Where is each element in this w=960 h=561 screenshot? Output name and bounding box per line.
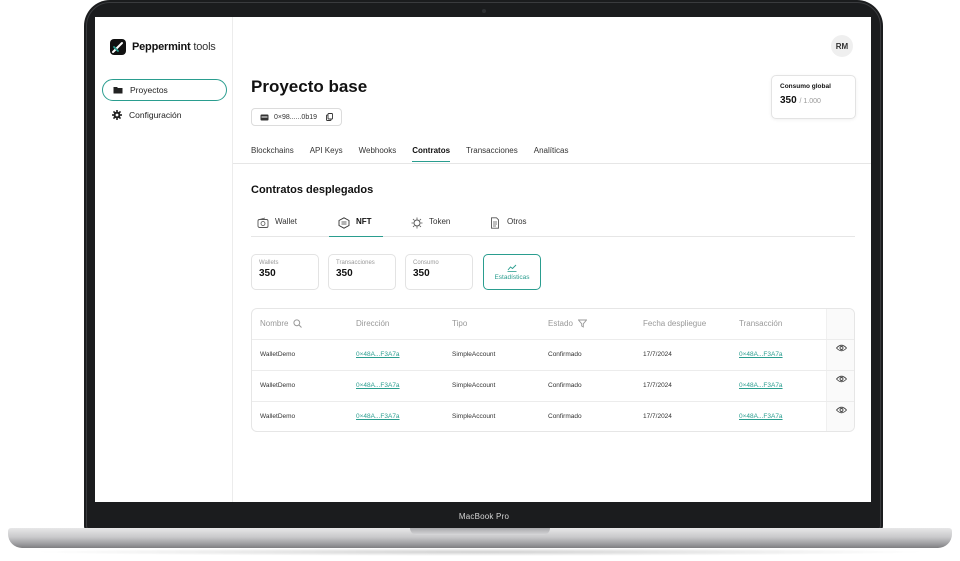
consumption-used: 350 (780, 95, 797, 106)
cell-transaccion-link[interactable]: 0×48A...F3A7a (739, 351, 783, 358)
cell-estado: Confirmado (548, 351, 582, 358)
wallet-icon (260, 114, 269, 120)
sidebar-item-label: Configuración (129, 110, 182, 120)
cell-tipo: SimpleAccount (452, 413, 496, 420)
stat-card-wallets: Wallets 350 (251, 254, 319, 290)
device-label: MacBook Pro (458, 512, 510, 521)
contracts-table: Nombre Dirección Tipo Estado Fecha despl… (251, 308, 855, 432)
subtab-otros[interactable]: Otros (489, 217, 549, 237)
statistics-label: Estadísticas (494, 273, 530, 281)
page-title: Proyecto base (251, 77, 368, 96)
stat-value: 350 (413, 268, 430, 279)
statistics-button[interactable]: Estadísticas (483, 254, 541, 290)
eye-icon[interactable] (836, 375, 847, 383)
tab-api-keys[interactable]: API Keys (310, 146, 343, 162)
table-header: Nombre Dirección Tipo Estado Fecha despl… (252, 309, 854, 340)
sidebar-item-label: Proyectos (130, 85, 168, 95)
app-screen: Peppermint tools Proyectos Configuración… (95, 17, 871, 502)
cell-tipo: SimpleAccount (452, 382, 496, 389)
chart-icon (507, 264, 517, 272)
eye-icon[interactable] (836, 406, 847, 414)
laptop-shadow (30, 548, 930, 556)
cell-fecha: 17/7/2024 (643, 382, 672, 389)
camera-icon (482, 9, 486, 13)
stat-card-transacciones: Transacciones 350 (328, 254, 396, 290)
global-consumption-card: Consumo global 350 / 1.000 (771, 75, 856, 119)
table-row: WalletDemo 0×48A...F3A7a SimpleAccount C… (252, 402, 854, 431)
stat-card-consumo: Consumo 350 (405, 254, 473, 290)
consumption-max: / 1.000 (799, 98, 821, 105)
cell-nombre: WalletDemo (260, 382, 296, 389)
tab-blockchains[interactable]: Blockchains (251, 146, 294, 162)
consumption-value: 350 / 1.000 (780, 95, 847, 106)
column-header-transaccion: Transacción (739, 319, 783, 328)
cell-fecha: 17/7/2024 (643, 413, 672, 420)
stat-label: Wallets (259, 260, 279, 266)
table-row: WalletDemo 0×48A...F3A7a SimpleAccount C… (252, 371, 854, 402)
column-header-nombre[interactable]: Nombre (260, 319, 303, 328)
copy-icon[interactable] (326, 113, 333, 121)
column-header-tipo: Tipo (452, 319, 468, 328)
cell-direccion-link[interactable]: 0×48A...F3A7a (356, 382, 400, 389)
cell-nombre: WalletDemo (260, 351, 296, 358)
stat-value: 350 (336, 268, 353, 279)
stat-label: Transacciones (336, 260, 375, 266)
tab-transacciones[interactable]: Transacciones (466, 146, 518, 162)
app-logo[interactable]: Peppermint tools (110, 39, 216, 55)
cell-direccion-link[interactable]: 0×48A...F3A7a (356, 413, 400, 420)
sidebar-item-proyectos[interactable]: Proyectos (102, 79, 227, 101)
tab-webhooks[interactable]: Webhooks (359, 146, 397, 162)
gear-icon (112, 110, 122, 120)
subtab-label: Wallet (275, 217, 297, 226)
stat-label: Consumo (413, 260, 439, 266)
subtab-wallet[interactable]: Wallet (257, 217, 319, 237)
peppermint-logo-icon (110, 39, 126, 55)
column-header-direccion: Dirección (356, 319, 390, 328)
table-row: WalletDemo 0×48A...F3A7a SimpleAccount C… (252, 340, 854, 371)
stat-value: 350 (259, 268, 276, 279)
logo-text: Peppermint tools (132, 41, 216, 53)
subtab-label: Otros (507, 217, 527, 226)
cell-fecha: 17/7/2024 (643, 351, 672, 358)
cell-tipo: SimpleAccount (452, 351, 496, 358)
nft-icon (338, 217, 350, 229)
consumption-label: Consumo global (780, 83, 831, 90)
tab-analiticas[interactable]: Analíticas (534, 146, 569, 162)
tab-contratos[interactable]: Contratos (412, 146, 451, 162)
main-content: RM Proyecto base 0×98......0b19 Consumo … (233, 17, 871, 502)
avatar[interactable]: RM (831, 35, 853, 57)
token-icon (411, 217, 423, 229)
document-icon (491, 217, 499, 229)
logo-brand: Peppermint (132, 41, 191, 53)
cell-direccion-link[interactable]: 0×48A...F3A7a (356, 351, 400, 358)
subtab-nft[interactable]: NFT (329, 217, 383, 237)
cell-transaccion-link[interactable]: 0×48A...F3A7a (739, 382, 783, 389)
column-label: Nombre (260, 319, 289, 328)
filter-icon[interactable] (577, 319, 587, 328)
subtab-token[interactable]: Token (411, 217, 471, 237)
cell-estado: Confirmado (548, 382, 582, 389)
contract-type-tabs: Wallet NFT Token Otros (251, 217, 855, 237)
project-address: 0×98......0b19 (274, 113, 318, 121)
laptop-notch (410, 528, 550, 535)
column-header-estado[interactable]: Estado (548, 319, 587, 328)
section-title: Contratos desplegados (251, 184, 374, 196)
project-address-chip[interactable]: 0×98......0b19 (251, 108, 343, 126)
eye-icon[interactable] (836, 344, 847, 352)
column-header-fecha-despliegue: Fecha despliegue (643, 319, 707, 328)
cell-estado: Confirmado (548, 413, 582, 420)
project-tabs: Blockchains API Keys Webhooks Contratos … (251, 146, 568, 162)
logo-suffix: tools (193, 41, 216, 53)
sidebar: Peppermint tools Proyectos Configuración (95, 17, 233, 502)
wallet-icon (257, 217, 269, 228)
cell-transaccion-link[interactable]: 0×48A...F3A7a (739, 413, 783, 420)
tabs-divider (233, 163, 871, 164)
cell-nombre: WalletDemo (260, 413, 296, 420)
folder-icon (113, 87, 123, 94)
subtab-label: Token (429, 217, 451, 226)
subtab-label: NFT (356, 217, 372, 226)
column-label: Estado (548, 319, 573, 328)
search-icon[interactable] (293, 319, 303, 328)
sidebar-item-configuracion[interactable]: Configuración (102, 104, 227, 126)
